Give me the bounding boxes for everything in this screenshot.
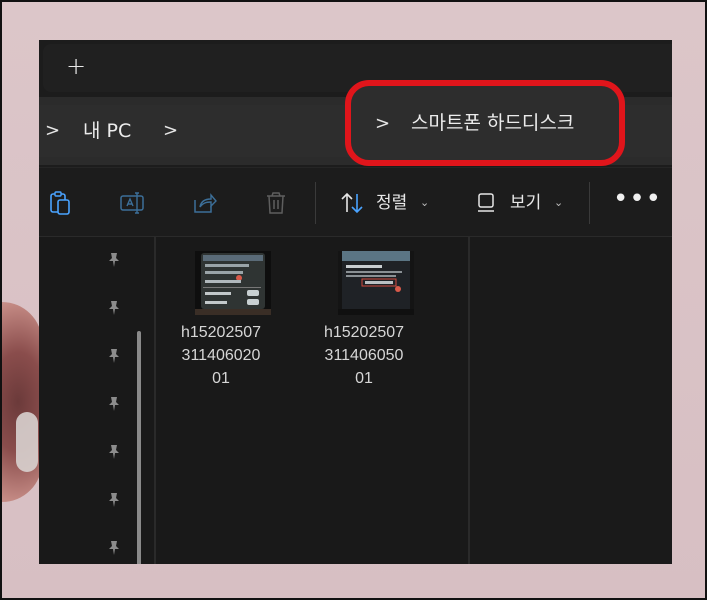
file-explorer-window: + > 내 PC > > 스마트폰 하드디스크 정렬 ⌄ 보기 ⌄ ••• h1…: [39, 40, 672, 564]
pin-icon[interactable]: [105, 251, 123, 269]
view-icon[interactable]: [473, 190, 499, 216]
file-name-line: 01: [355, 370, 373, 387]
highlight-annotation: > 스마트폰 하드디스크: [345, 80, 625, 166]
file-name[interactable]: h15202507 311406050 01: [299, 321, 429, 390]
background-photo-detail: [16, 412, 38, 472]
screenshot-frame: + > 내 PC > > 스마트폰 하드디스크 정렬 ⌄ 보기 ⌄ ••• h1…: [0, 0, 707, 600]
file-thumbnail: [195, 251, 271, 315]
view-button[interactable]: 보기: [510, 168, 541, 238]
file-thumbnail: [338, 251, 414, 315]
pin-icon[interactable]: [105, 491, 123, 509]
file-name-line: h15202507: [180, 324, 262, 341]
breadcrumb-separator[interactable]: >: [163, 105, 178, 157]
file-name-line: 311406050: [324, 347, 404, 364]
sort-icon[interactable]: [339, 190, 365, 216]
new-tab-button[interactable]: +: [63, 53, 89, 79]
file-name-line: 311406020: [181, 347, 261, 364]
navigation-pane: [39, 237, 154, 564]
file-item[interactable]: h15202507 311406020 01: [156, 249, 286, 399]
chevron-down-icon: ⌄: [420, 196, 430, 209]
nav-scrollbar[interactable]: [137, 331, 141, 564]
share-icon[interactable]: [191, 190, 217, 216]
toolbar-divider: [589, 182, 590, 224]
file-name[interactable]: h15202507 311406020 01: [156, 321, 286, 390]
breadcrumb-item-smartphone-hdd[interactable]: 스마트폰 하드디스크: [411, 95, 574, 147]
background-photo: [2, 302, 42, 502]
file-list: h15202507 311406020 01 h15202507 3114060…: [156, 237, 468, 564]
more-options-button[interactable]: •••: [613, 168, 662, 238]
breadcrumb-separator[interactable]: >: [375, 95, 390, 147]
file-name-line: h15202507: [323, 324, 405, 341]
command-bar: 정렬 ⌄ 보기 ⌄ •••: [39, 167, 672, 237]
pin-icon[interactable]: [105, 299, 123, 317]
content-area: h15202507 311406020 01 h15202507 3114060…: [39, 237, 672, 564]
toolbar-divider: [315, 182, 316, 224]
pin-icon[interactable]: [105, 539, 123, 557]
file-name-line: 01: [212, 370, 230, 387]
chevron-down-icon: ⌄: [554, 196, 564, 209]
delete-icon[interactable]: [263, 190, 289, 216]
file-item[interactable]: h15202507 311406050 01: [299, 249, 429, 399]
rename-icon[interactable]: [119, 190, 145, 216]
paste-icon[interactable]: [47, 190, 73, 216]
pin-icon[interactable]: [105, 347, 123, 365]
breadcrumb-item-my-pc[interactable]: 내 PC: [83, 105, 131, 157]
pin-icon[interactable]: [105, 443, 123, 461]
pin-icon[interactable]: [105, 395, 123, 413]
sort-button[interactable]: 정렬: [376, 168, 407, 238]
breadcrumb-separator[interactable]: >: [45, 105, 60, 157]
preview-pane: [470, 237, 672, 564]
